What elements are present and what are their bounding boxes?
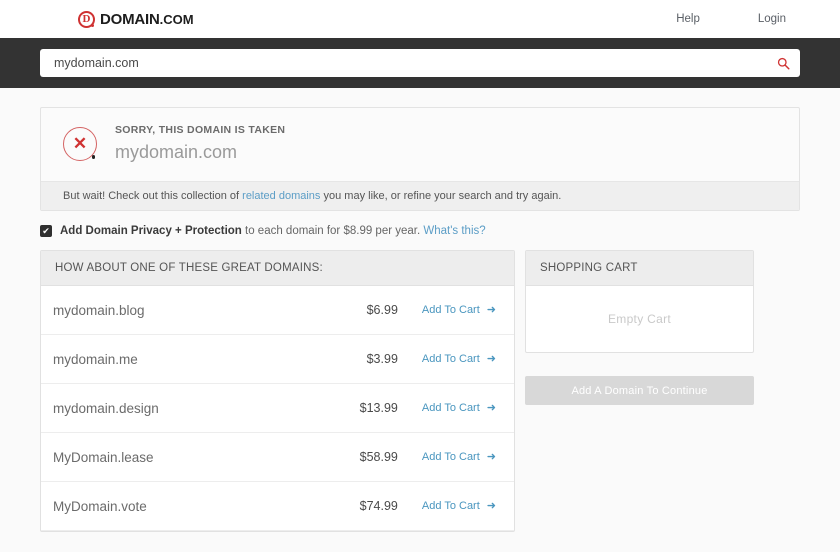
add-to-cart-button[interactable]: Add To Cart ➜ [422,451,496,463]
domain-price: $3.99 [366,352,398,366]
domain-name: mydomain.me [53,351,138,367]
domain-privacy-checkbox[interactable]: ✔ [40,225,52,237]
alert-footer-post: you may like, or refine your search and … [320,190,562,202]
alert-text-block: SORRY, THIS DOMAIN IS TAKEN mydomain.com [115,124,285,163]
shopping-cart-panel: SHOPPING CART Empty Cart [525,250,754,353]
logo-wordmark: DOMAIN.COM [100,11,194,28]
domain-name: MyDomain.vote [53,498,147,514]
domain-suggestion-row: MyDomain.lease $58.99 Add To Cart ➜ [41,433,514,482]
add-domain-to-continue-button[interactable]: Add A Domain To Continue [525,376,754,405]
search-input[interactable] [52,55,776,71]
domain-logo-icon: D [78,10,95,28]
domain-suggestion-row: mydomain.me $3.99 Add To Cart ➜ [41,335,514,384]
domain-search-box[interactable] [40,49,800,77]
privacy-rest-label: to each domain for $8.99 per year. [241,225,424,237]
privacy-bold-label: Add Domain Privacy + Protection [60,225,242,237]
add-to-cart-button[interactable]: Add To Cart ➜ [422,304,496,316]
whats-this-link[interactable]: What's this? [423,225,485,237]
arrow-right-icon: ➜ [486,303,496,316]
arrow-right-icon: ➜ [486,499,496,512]
add-to-cart-button[interactable]: Add To Cart ➜ [422,402,496,414]
logo-name-text: DOMAIN [100,10,160,28]
add-to-cart-label: Add To Cart [421,402,480,414]
domain-suggestion-row: mydomain.design $13.99 Add To Cart ➜ [41,384,514,433]
privacy-text: Add Domain Privacy + Protection to each … [60,225,486,237]
top-header-bar: D DOMAIN.COM Help Login [0,0,840,38]
add-to-cart-label: Add To Cart [421,451,480,463]
arrow-right-icon: ➜ [486,401,496,414]
domain-suggestions-list: mydomain.blog $6.99 Add To Cart ➜ mydomain.m… [41,286,514,531]
alert-heading: SORRY, THIS DOMAIN IS TAKEN [115,124,286,136]
top-navigation: Help Login [676,13,786,25]
suggestions-panel-title: HOW ABOUT ONE OF THESE GREAT DOMAINS: [41,251,514,286]
domain-name: mydomain.design [53,400,159,416]
arrow-right-icon: ➜ [486,352,496,365]
domain-name: mydomain.blog [53,302,145,318]
results-and-cart-columns: HOW ABOUT ONE OF THESE GREAT DOMAINS: my… [40,250,800,532]
arrow-right-icon: ➜ [486,450,496,463]
cart-panel-title: SHOPPING CART [526,251,753,286]
related-domains-link[interactable]: related domains [242,190,320,202]
domain-name: MyDomain.lease [53,449,154,465]
cart-column: SHOPPING CART Empty Cart Add A Domain To… [525,250,754,405]
domain-suggestion-row: mydomain.blog $6.99 Add To Cart ➜ [41,286,514,335]
domain-price: $74.99 [359,499,398,513]
add-to-cart-button[interactable]: Add To Cart ➜ [422,500,496,512]
nav-link-login[interactable]: Login [758,13,786,25]
domain-taken-alert: ✕ SORRY, THIS DOMAIN IS TAKEN mydomain.c… [40,107,800,211]
alert-footer-message: But wait! Check out this collection of r… [41,181,799,210]
error-x-icon: ✕ [63,126,97,161]
domain-price: $13.99 [359,401,398,415]
alert-domain-name: mydomain.com [115,142,238,162]
page-content: ✕ SORRY, THIS DOMAIN IS TAKEN mydomain.c… [0,107,840,532]
domain-suggestions-panel: HOW ABOUT ONE OF THESE GREAT DOMAINS: my… [40,250,515,532]
site-logo[interactable]: D DOMAIN.COM [78,10,194,28]
cart-empty-message: Empty Cart [607,312,671,326]
search-icon[interactable] [776,56,790,70]
add-to-cart-label: Add To Cart [421,500,480,512]
domain-privacy-row: ✔ Add Domain Privacy + Protection to eac… [40,225,800,237]
add-to-cart-button[interactable]: Add To Cart ➜ [422,353,496,365]
logo-tld-text: .COM [159,11,194,27]
add-to-cart-label: Add To Cart [421,353,480,365]
domain-suggestion-row: MyDomain.vote $74.99 Add To Cart ➜ [41,482,514,531]
domain-price: $6.99 [366,303,398,317]
add-to-cart-label: Add To Cart [421,304,480,316]
alert-footer-pre: But wait! Check out this collection of [63,190,243,202]
alert-main-section: ✕ SORRY, THIS DOMAIN IS TAKEN mydomain.c… [41,108,799,181]
nav-link-help[interactable]: Help [676,13,700,25]
domain-price: $58.99 [359,450,398,464]
search-bar-strip [0,38,840,88]
